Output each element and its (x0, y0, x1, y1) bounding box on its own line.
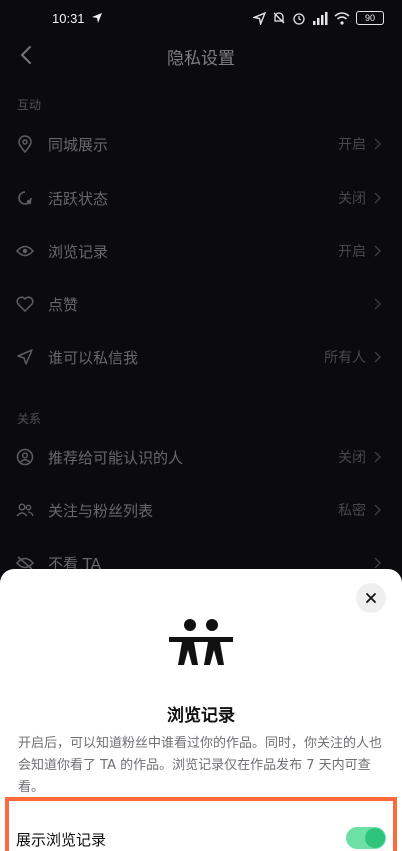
setting-value: 关闭 (338, 450, 366, 466)
status-left: 10:31 (52, 11, 103, 26)
chevron-right-icon (374, 557, 382, 569)
setting-label: 推荐给可能认识的人 (48, 448, 184, 467)
sheet-title: 浏览记录 (167, 706, 235, 726)
show-view-history-toggle[interactable] (346, 827, 386, 849)
setting-row-direct-message[interactable]: 谁可以私信我 所有人 (0, 331, 402, 383)
status-bar: 10:31 90 (0, 0, 402, 36)
setting-value: 开启 (338, 137, 366, 153)
signal-icon (313, 11, 328, 25)
chevron-right-icon (374, 451, 382, 463)
back-arrow-icon[interactable] (14, 42, 40, 68)
setting-label: 浏览记录 (48, 242, 109, 261)
person-circle-icon (16, 448, 34, 466)
two-persons-icon (16, 501, 34, 519)
section-label-relations: 关系 (17, 412, 42, 426)
nav-bar: 隐私设置 (0, 36, 402, 76)
location-status-icon (253, 11, 266, 25)
setting-row-likes[interactable]: 点赞 (0, 278, 402, 330)
setting-label: 点赞 (48, 295, 79, 314)
setting-row-activity-status[interactable]: 活跃状态 关闭 (0, 172, 402, 224)
close-button[interactable] (356, 583, 386, 613)
setting-label: 关注与粉丝列表 (48, 501, 154, 520)
setting-value: 关闭 (338, 191, 366, 207)
location-pin-icon (16, 135, 34, 153)
chevron-right-icon (374, 138, 382, 150)
location-arrow-icon (91, 13, 102, 23)
heart-icon (16, 295, 34, 313)
chevron-right-icon (374, 351, 382, 363)
activity-status-icon (16, 189, 34, 207)
battery-icon: 90 (356, 11, 384, 25)
setting-label: 同城展示 (48, 135, 109, 154)
setting-row-follow-list[interactable]: 关注与粉丝列表 私密 (0, 484, 402, 536)
chevron-right-icon (374, 245, 382, 257)
setting-row-recommend[interactable]: 推荐给可能认识的人 关闭 (0, 431, 402, 483)
toggle-knob (365, 828, 385, 848)
eye-icon (16, 242, 34, 260)
two-people-illustration-icon (169, 619, 233, 665)
setting-row-nearby[interactable]: 同城展示 开启 (0, 118, 402, 170)
setting-value: 私密 (338, 503, 366, 519)
chevron-right-icon (374, 192, 382, 204)
setting-label: 谁可以私信我 (48, 348, 139, 367)
chevron-right-icon (374, 298, 382, 310)
setting-value: 所有人 (324, 350, 366, 366)
bell-off-icon (273, 12, 285, 24)
setting-row-view-history[interactable]: 浏览记录 开启 (0, 225, 402, 277)
send-icon (16, 348, 34, 366)
setting-label: 活跃状态 (48, 189, 109, 208)
status-time: 10:31 (52, 10, 85, 26)
sheet-description: 开启后，可以知道粉丝中谁看过你的作品。同时，你关注的人也会知道你看了 TA 的作… (18, 736, 383, 795)
chevron-right-icon (374, 504, 382, 516)
wifi-icon (334, 11, 350, 25)
section-label-interaction: 互动 (17, 98, 42, 112)
status-right: 90 (253, 11, 384, 25)
toggle-label: 展示浏览记录 (16, 831, 107, 849)
close-icon (366, 593, 376, 603)
alarm-icon (293, 13, 305, 25)
setting-value: 开启 (338, 244, 366, 260)
page-title: 隐私设置 (167, 48, 235, 69)
